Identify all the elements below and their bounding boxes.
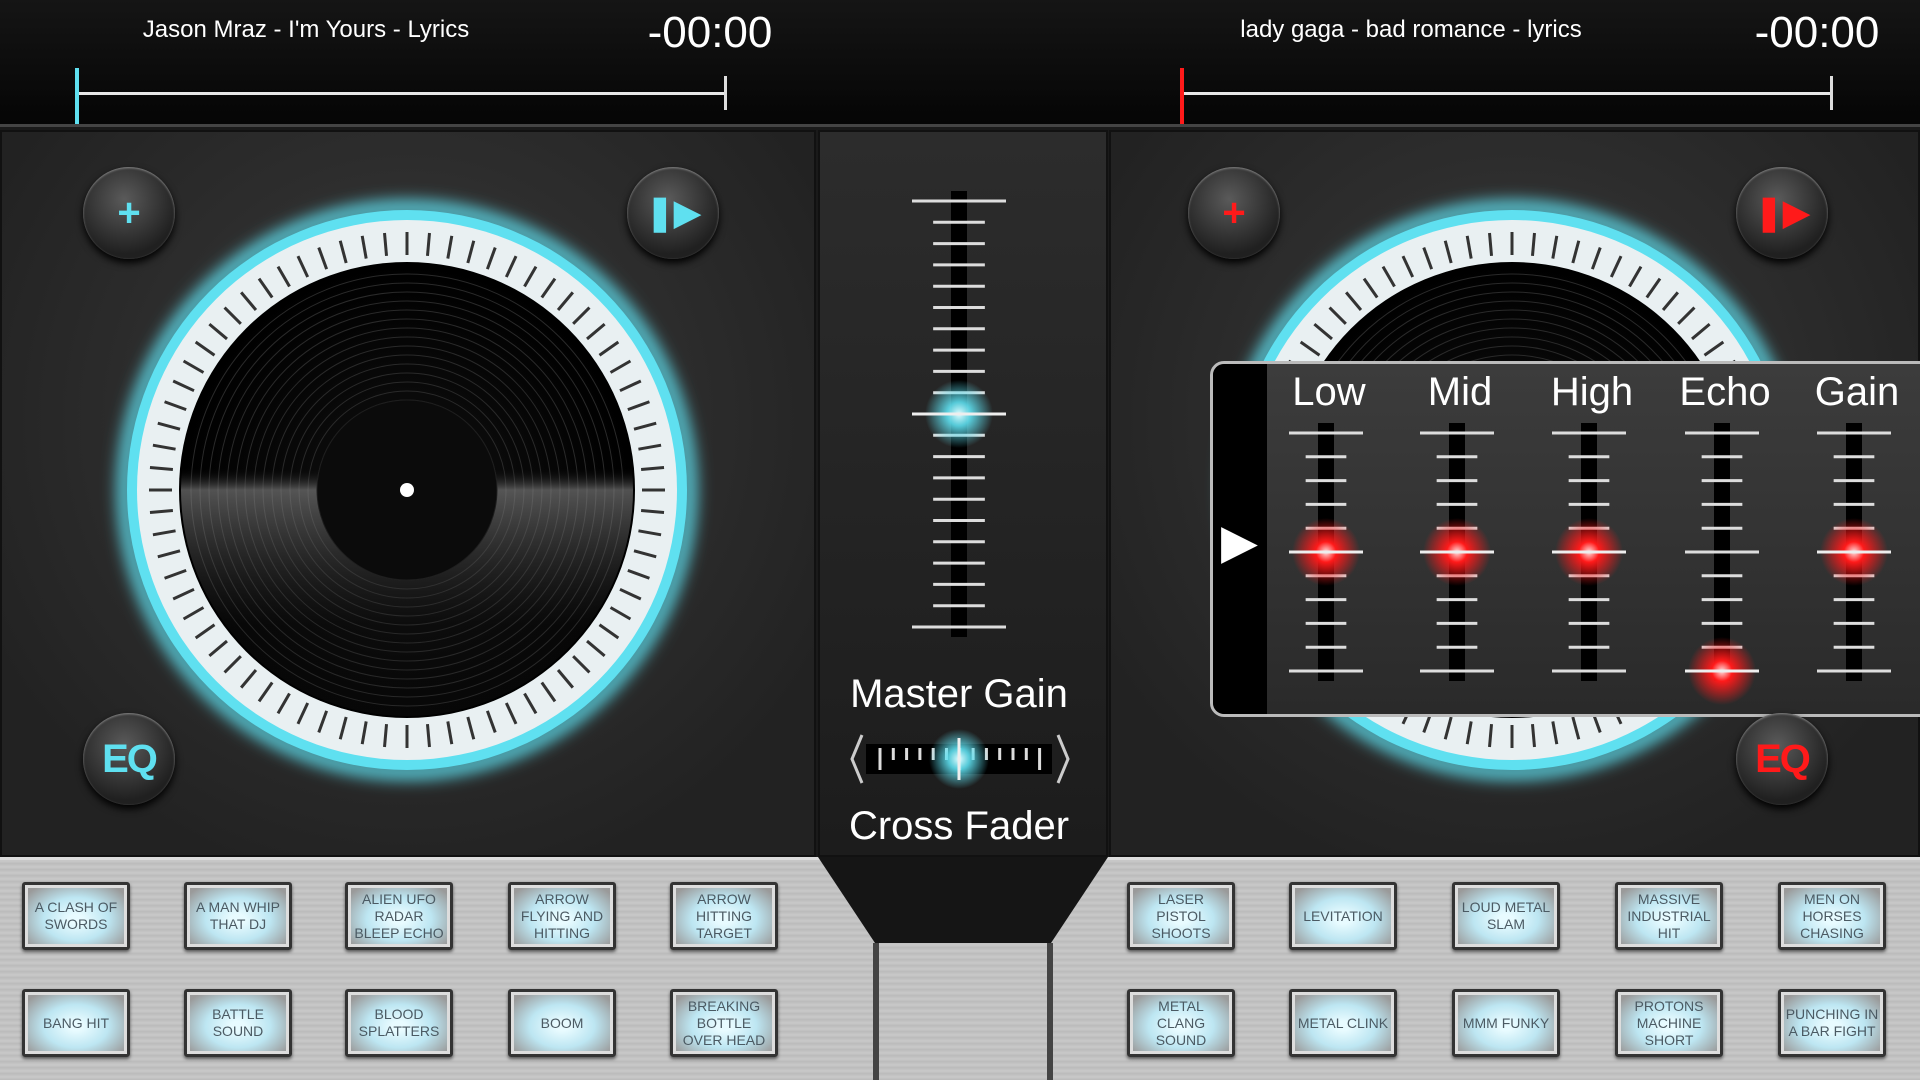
sound-pad[interactable]: METAL CLINK (1289, 989, 1397, 1057)
cross-fader-label: Cross Fader (848, 804, 1070, 848)
sound-pad[interactable]: METAL CLANG SOUND (1127, 989, 1235, 1057)
left-add-button[interactable]: + (83, 167, 175, 259)
sound-pad[interactable]: ARROW FLYING AND HITTING (508, 882, 616, 950)
play-icon: ❚▶ (1754, 194, 1810, 232)
sound-pad[interactable]: MASSIVE INDUSTRIAL HIT (1615, 882, 1723, 950)
plus-icon: + (117, 190, 141, 235)
right-play-button[interactable]: ❚▶ (1736, 167, 1828, 259)
mixer-base (818, 857, 1108, 1080)
plus-icon: + (1222, 190, 1246, 235)
left-play-button[interactable]: ❚▶ (627, 167, 719, 259)
left-turntable[interactable] (118, 201, 696, 779)
arrow-right-icon: ▶ (1221, 516, 1258, 569)
right-eq-button[interactable]: EQ (1736, 713, 1828, 805)
eq-label-high: High (1550, 370, 1634, 414)
play-icon: ❚▶ (645, 194, 701, 232)
sound-pad[interactable]: ALIEN UFO RADAR BLEEP ECHO (345, 882, 453, 950)
sound-pad[interactable]: A CLASH OF SWORDS (22, 882, 130, 950)
eq-label-low: Low (1292, 370, 1366, 414)
sound-pad[interactable]: BLOOD SPLATTERS (345, 989, 453, 1057)
sound-pad[interactable]: BANG HIT (22, 989, 130, 1057)
sound-pad[interactable]: ARROW HITTING TARGET (670, 882, 778, 950)
master-gain-label: Master Gain (850, 672, 1068, 716)
eq-label-mid: Mid (1427, 370, 1493, 414)
eq-panel: ▶ Low Mid High Echo Gain (1210, 361, 1920, 717)
sound-pad[interactable]: BOOM (508, 989, 616, 1057)
eq-label: EQ (102, 736, 158, 781)
right-add-button[interactable]: + (1188, 167, 1280, 259)
sound-pad[interactable]: A MAN WHIP THAT DJ (184, 882, 292, 950)
left-eq-button[interactable]: EQ (83, 713, 175, 805)
sound-pad[interactable]: PUNCHING IN A BAR FIGHT (1778, 989, 1886, 1057)
eq-panel-collapse-tab[interactable]: ▶ (1213, 364, 1267, 714)
sound-pad[interactable]: LEVITATION (1289, 882, 1397, 950)
sound-pad[interactable]: MMM FUNKY (1452, 989, 1560, 1057)
eq-label-echo: Echo (1679, 370, 1771, 414)
sound-pad[interactable]: MEN ON HORSES CHASING (1778, 882, 1886, 950)
spindle (400, 483, 414, 497)
eq-label: EQ (1755, 736, 1811, 781)
sound-pad[interactable]: BREAKING BOTTLE OVER HEAD (670, 989, 778, 1057)
sound-pad[interactable]: BATTLE SOUND (184, 989, 292, 1057)
sound-pad[interactable]: PROTONS MACHINE SHORT (1615, 989, 1723, 1057)
sound-pad[interactable]: LASER PISTOL SHOOTS (1127, 882, 1235, 950)
sound-pad[interactable]: LOUD METAL SLAM (1452, 882, 1560, 950)
eq-label-gain: Gain (1814, 370, 1900, 414)
